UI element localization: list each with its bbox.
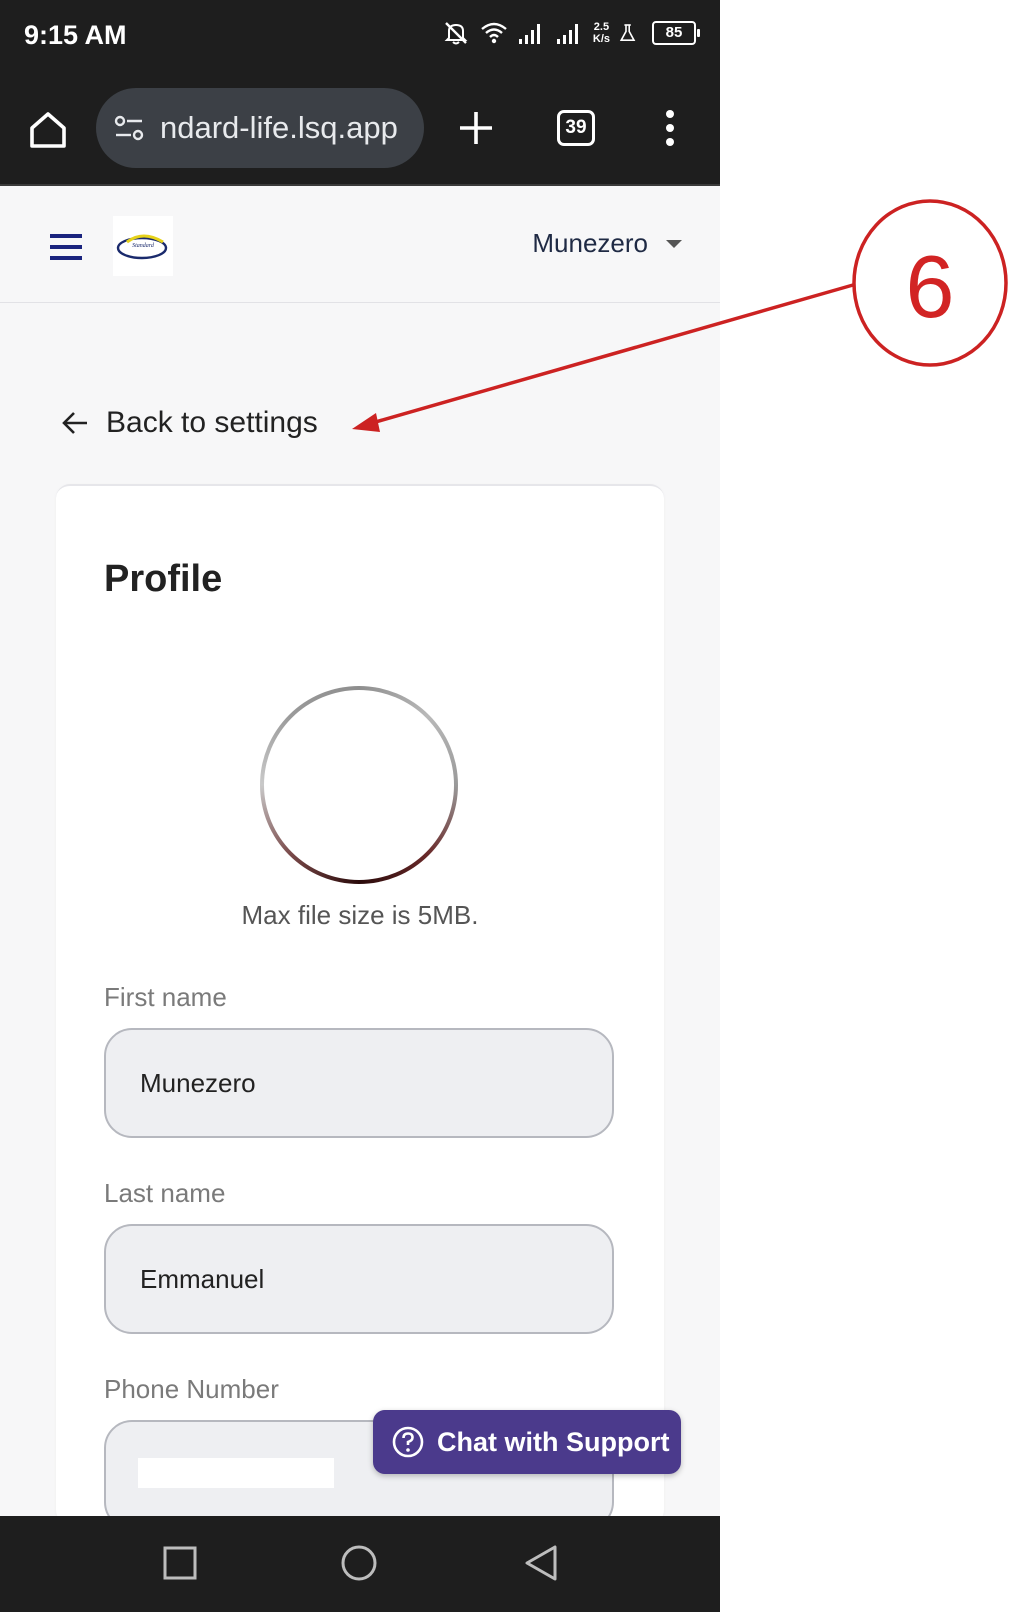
last-name-label: Last name [104, 1178, 226, 1208]
back-link-label: Back to settings [106, 406, 318, 439]
app-header: Standard Munezero [0, 186, 720, 303]
avatar [264, 690, 454, 880]
site-settings-icon[interactable] [112, 111, 146, 145]
svg-text:Standard: Standard [132, 243, 155, 249]
status-bar: 9:15 AM 2.5 K/s 85 [0, 0, 720, 76]
tab-switcher-button[interactable]: 39 [557, 110, 595, 146]
bell-muted-icon [444, 22, 468, 45]
max-file-size-note: Max file size is 5MB. [241, 900, 479, 930]
avatar-upload[interactable] [260, 686, 458, 884]
address-bar[interactable]: ndard-life.lsq.app [96, 88, 424, 168]
home-icon[interactable] [26, 108, 70, 152]
new-tab-icon[interactable] [456, 108, 496, 148]
screenshot-canvas: 9:15 AM 2.5 K/s 85 ndard-life.lsq.app 39… [0, 0, 1017, 1612]
status-time: 9:15 AM [24, 20, 127, 50]
user-menu[interactable]: Munezero [532, 228, 682, 259]
page-title: Profile [104, 558, 223, 600]
chat-with-support-label: Chat with Support [437, 1426, 670, 1457]
arrow-left-icon [62, 412, 87, 434]
first-name-field[interactable]: Munezero [104, 1028, 614, 1138]
signal-icon [518, 24, 540, 44]
system-navigation-bar [0, 1516, 720, 1612]
user-name: Munezero [532, 228, 648, 258]
recents-square-icon[interactable] [163, 1546, 197, 1580]
hamburger-menu-icon[interactable] [50, 232, 84, 262]
phone-screen: 9:15 AM 2.5 K/s 85 ndard-life.lsq.app 39… [0, 0, 720, 1612]
first-name-label: First name [104, 982, 227, 1012]
phone-number-label: Phone Number [104, 1374, 279, 1404]
back-triangle-icon[interactable] [523, 1544, 559, 1582]
help-circle-icon [392, 1426, 424, 1458]
chevron-down-icon [666, 239, 682, 248]
back-to-settings-link[interactable]: Back to settings [60, 406, 318, 440]
status-icons: 2.5 K/s 85 [441, 18, 700, 48]
wifi-icon [481, 22, 507, 44]
profile-card: Profile Max file size is 5MB. First name… [56, 484, 664, 1530]
url-text: ndard-life.lsq.app [160, 110, 398, 145]
signal-icon-2 [556, 24, 578, 44]
last-name-field[interactable]: Emmanuel [104, 1224, 614, 1334]
browser-toolbar: ndard-life.lsq.app 39 [0, 76, 720, 186]
network-speed-value: 2.5 [593, 21, 610, 33]
company-logo[interactable]: Standard [113, 216, 173, 276]
more-options-icon[interactable] [660, 106, 680, 150]
flask-icon [619, 24, 636, 41]
chat-with-support-button[interactable]: Chat with Support [373, 1410, 681, 1474]
network-speed-unit: K/s [592, 33, 610, 45]
network-speed: 2.5 K/s [593, 21, 610, 45]
home-circle-icon[interactable] [340, 1544, 378, 1582]
annotation-number: 6 [905, 237, 955, 336]
redacted-phone-number [138, 1458, 334, 1488]
battery-icon: 85 [652, 21, 700, 45]
